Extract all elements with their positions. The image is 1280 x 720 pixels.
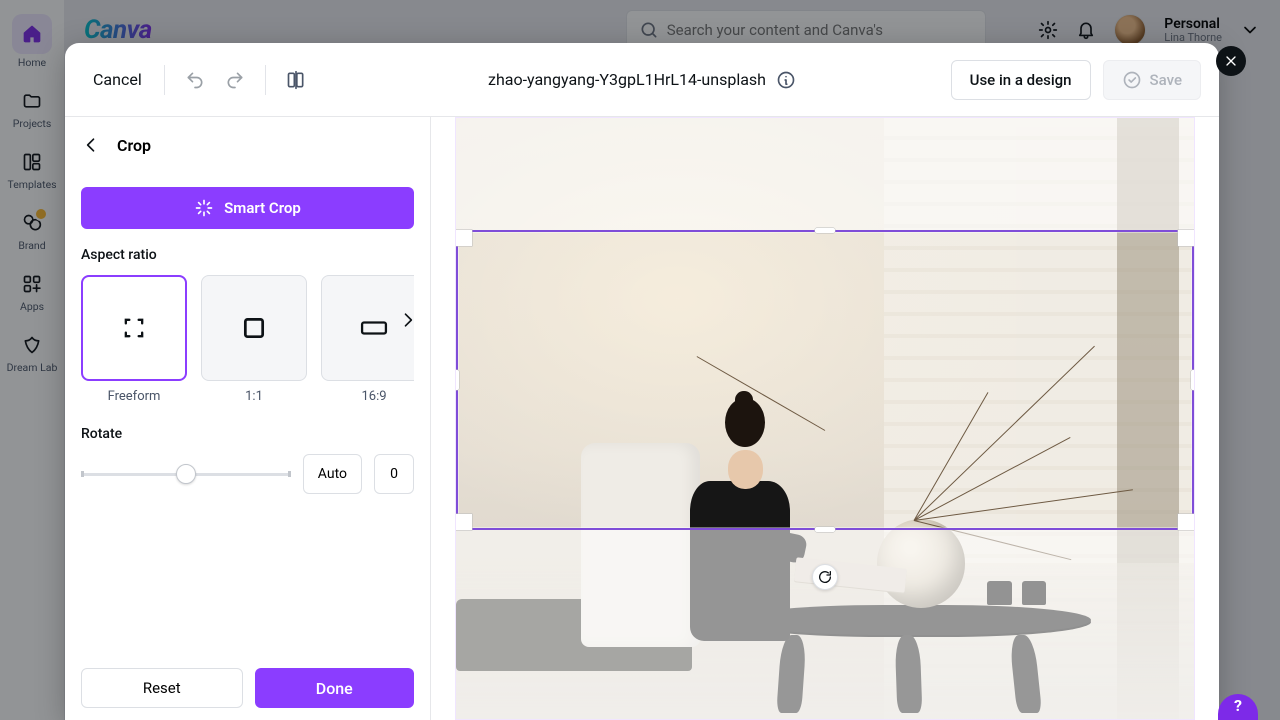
ratio-caption: 16:9 [361, 389, 386, 404]
rotate-handle[interactable] [812, 564, 838, 590]
aspect-ratio-16-9[interactable]: 16:9 [321, 275, 414, 404]
compare-button[interactable] [278, 62, 314, 98]
back-icon[interactable] [81, 135, 101, 155]
close-icon [1223, 53, 1239, 69]
crop-dim-bottom [456, 530, 1194, 719]
check-circle-icon [1122, 70, 1142, 90]
help-label: ? [1234, 696, 1242, 715]
rotate-auto-button[interactable]: Auto [303, 454, 362, 494]
modal-header: Cancel zhao-yangyang-Y3gpL1HrL14-unsplas… [65, 43, 1219, 116]
crop-handle-right[interactable] [1191, 370, 1195, 390]
divider [164, 65, 165, 95]
crop-handle-tl[interactable] [456, 230, 472, 246]
rotate-slider[interactable] [81, 462, 291, 486]
crop-handle-br[interactable] [1178, 514, 1194, 530]
aspect-ratio-freeform[interactable]: Freeform [81, 275, 187, 404]
info-icon[interactable] [776, 70, 796, 90]
crop-panel: Crop Smart Crop Aspect ratio Freeform [65, 117, 431, 720]
save-label: Save [1150, 71, 1182, 89]
crop-handle-top[interactable] [815, 228, 835, 233]
image-preview[interactable] [455, 117, 1195, 720]
use-in-design-label: Use in a design [970, 71, 1072, 89]
use-in-design-button[interactable]: Use in a design [951, 60, 1091, 100]
sparkle-icon [194, 198, 214, 218]
crop-title: Crop [117, 136, 151, 155]
crop-dim-top [456, 118, 1194, 230]
smart-crop-label: Smart Crop [224, 199, 301, 217]
ratio-caption: 1:1 [245, 389, 263, 404]
undo-button[interactable] [177, 62, 213, 98]
file-title: zhao-yangyang-Y3gpL1HrL14-unsplash [488, 70, 796, 90]
square-icon[interactable] [201, 275, 307, 381]
aspect-ratio-label: Aspect ratio [81, 247, 414, 263]
chevron-right-icon [398, 310, 418, 330]
done-button[interactable]: Done [255, 668, 415, 708]
cancel-button[interactable]: Cancel [83, 62, 152, 97]
crop-rectangle[interactable] [456, 230, 1194, 530]
modal-body: Crop Smart Crop Aspect ratio Freeform [65, 116, 1219, 720]
aspect-ratio-1-1[interactable]: 1:1 [201, 275, 307, 404]
rotate-value[interactable]: 0 [374, 454, 414, 494]
rotate-label: Rotate [81, 426, 414, 442]
aspect-ratio-list: Freeform 1:1 16:9 [81, 275, 414, 404]
reset-button[interactable]: Reset [81, 668, 243, 708]
save-button[interactable]: Save [1103, 60, 1201, 100]
image-editor-modal: Cancel zhao-yangyang-Y3gpL1HrL14-unsplas… [65, 43, 1219, 720]
aspect-ratio-next[interactable] [396, 308, 420, 332]
ratio-caption: Freeform [108, 389, 161, 404]
freeform-icon[interactable] [81, 275, 187, 381]
slider-thumb[interactable] [176, 464, 196, 484]
crop-handle-bottom[interactable] [815, 527, 835, 532]
rotate-icon [817, 569, 833, 585]
redo-button[interactable] [217, 62, 253, 98]
smart-crop-button[interactable]: Smart Crop [81, 187, 414, 229]
crop-handle-left[interactable] [455, 370, 459, 390]
canvas-area [431, 117, 1219, 720]
close-button[interactable] [1216, 46, 1246, 76]
crop-handle-tr[interactable] [1178, 230, 1194, 246]
divider [265, 65, 266, 95]
filename: zhao-yangyang-Y3gpL1HrL14-unsplash [488, 70, 766, 89]
crop-handle-bl[interactable] [456, 514, 472, 530]
